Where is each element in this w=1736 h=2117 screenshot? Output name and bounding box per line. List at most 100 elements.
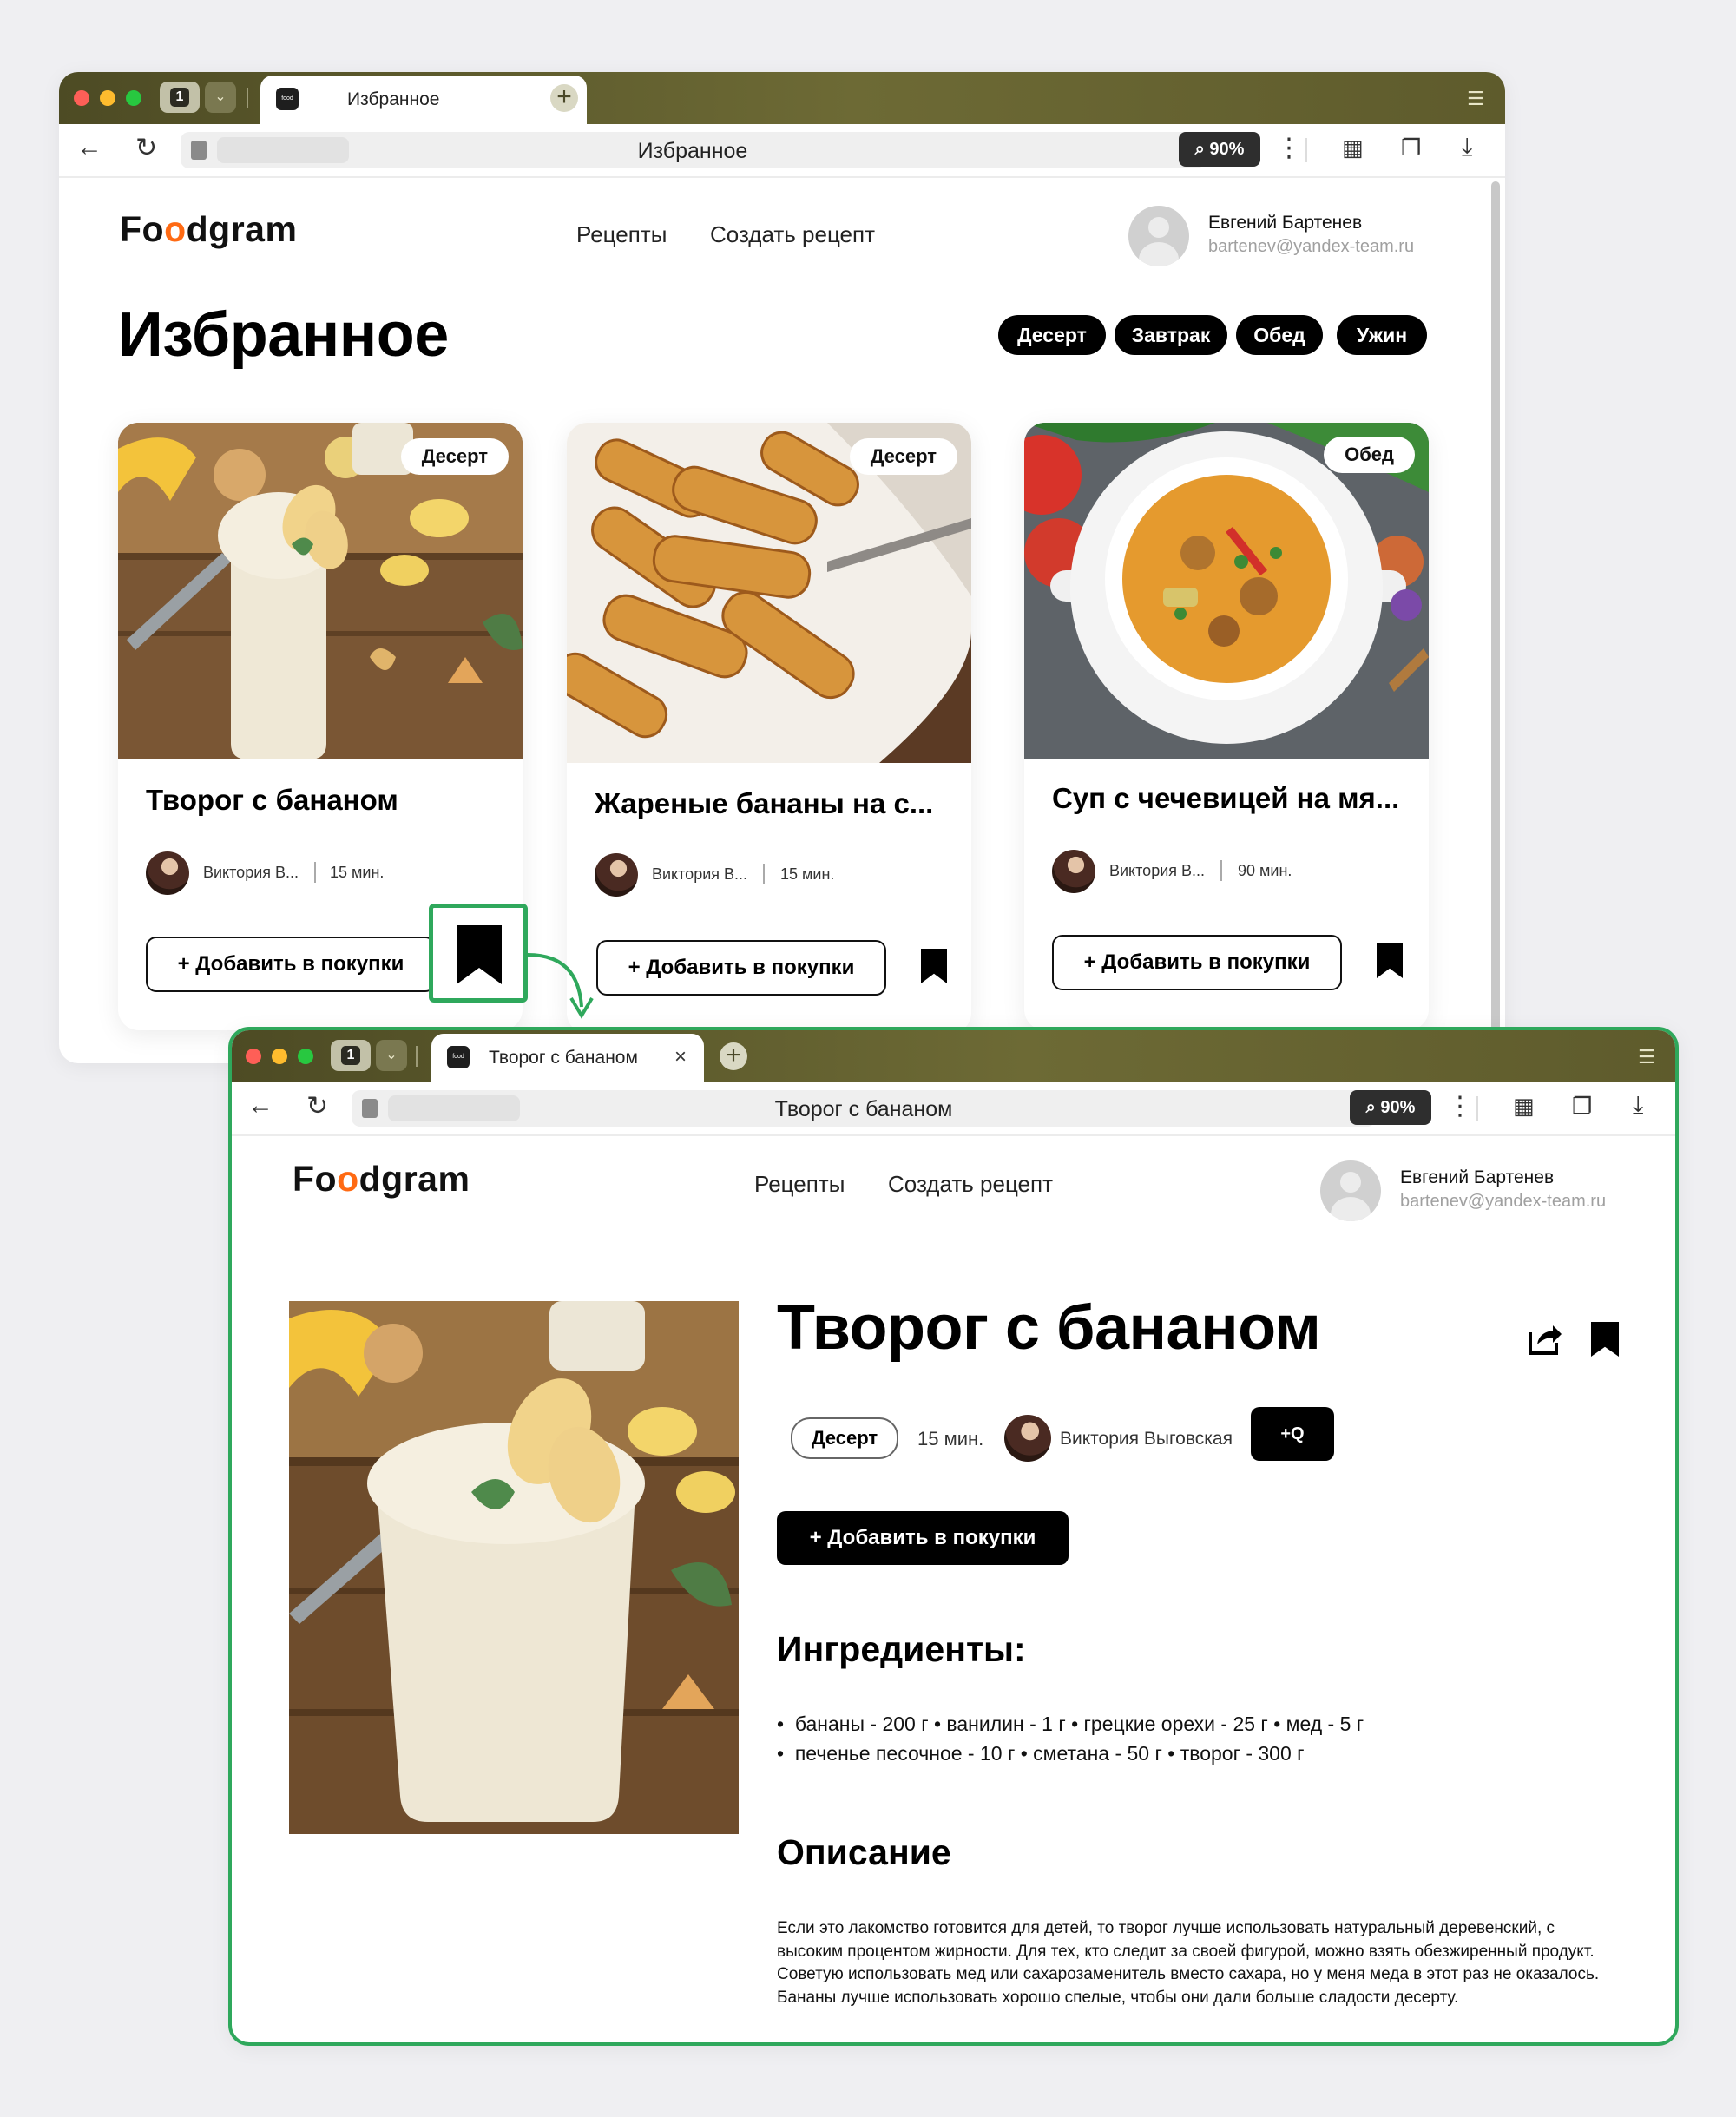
bookmark-icon[interactable] [1377, 943, 1403, 978]
translate-icon[interactable]: ❐ [1401, 135, 1421, 161]
foodgram-logo[interactable]: Foodgram [120, 209, 297, 250]
author-avatar[interactable] [595, 853, 638, 897]
category-badge: Десерт [400, 438, 509, 475]
qr-code-icon[interactable]: ▦ [1513, 1093, 1535, 1120]
add-to-cart-button[interactable]: + Добавить в покупки [1052, 935, 1342, 990]
recipe-card[interactable]: Обед Суп с чечевицей на мя... Виктория В… [1024, 423, 1429, 1030]
tab-favorites[interactable]: food gram Избранное × [260, 76, 587, 124]
bookmark-icon[interactable] [1591, 1322, 1619, 1357]
filter-lunch[interactable]: Обед [1236, 315, 1323, 355]
tab-title: Избранное [347, 89, 440, 109]
category-badge: Десерт [849, 438, 957, 475]
user-avatar[interactable] [1320, 1160, 1381, 1221]
description-text: Если это лакомство готовится для детей, … [777, 1919, 1600, 2007]
back-arrow-icon[interactable]: ← [247, 1091, 273, 1121]
tab-title: Творог с бананом [489, 1048, 638, 1068]
address-bar[interactable]: Избранное [181, 132, 1205, 168]
author-name[interactable]: Виктория В... [1109, 862, 1205, 880]
tabs-dropdown-icon[interactable]: ⌄ [376, 1040, 407, 1071]
recipe-photo-fried-bananas[interactable]: Десерт [567, 423, 971, 763]
nav-create-recipe-link[interactable]: Создать рецепт [888, 1171, 1053, 1198]
user-name: Евгений Бартенев [1400, 1167, 1555, 1187]
nav-recipes-link[interactable]: Рецепты [754, 1171, 845, 1198]
minimize-window-button[interactable] [100, 90, 115, 106]
add-to-cart-button[interactable]: + Добавить в покупки [146, 937, 436, 992]
recipe-photo-banana-dessert[interactable]: Десерт [118, 423, 523, 759]
nav-create-recipe-link[interactable]: Создать рецепт [710, 221, 875, 248]
meta-divider [763, 864, 765, 884]
recipe-card-title[interactable]: Суп с чечевицей на мя... [1052, 782, 1399, 815]
share-icon[interactable] [1525, 1320, 1563, 1358]
tab-count-button[interactable]: 1 [331, 1040, 371, 1071]
tab-recipe[interactable]: food gram Творог с бананом × [431, 1034, 704, 1082]
cook-time: 15 мин. [780, 865, 835, 883]
address-text: Творог с бананом [774, 1097, 953, 1121]
tab-separator [247, 88, 248, 108]
zoom-indicator[interactable]: ⌕ 90% [1350, 1090, 1431, 1125]
tab-count-button[interactable]: 1 [160, 82, 200, 113]
browser-window-recipe: 1 ⌄ food gram Творог с бананом × + ☰ ← ↻… [228, 1027, 1679, 2046]
navigation-bar: ← ↻ Творог с бананом ⌕ 90% ⋮ ▦ ❐ ⤓ [232, 1082, 1675, 1136]
maximize-window-button[interactable] [298, 1049, 313, 1064]
add-to-cart-button[interactable]: + Добавить в покупки [596, 940, 886, 996]
browser-window-favorites: 1 ⌄ food gram Избранное × + ☰ ← ↻ Избран… [59, 72, 1505, 1063]
address-text: Избранное [637, 139, 748, 163]
browser-menu-icon[interactable]: ☰ [1467, 88, 1484, 110]
close-window-button[interactable] [246, 1049, 261, 1064]
close-window-button[interactable] [74, 90, 89, 106]
author-avatar[interactable] [1004, 1415, 1051, 1462]
user-name: Евгений Бартенев [1208, 213, 1363, 233]
category-tag: Десерт [791, 1417, 898, 1459]
author-avatar[interactable] [146, 851, 189, 895]
description-heading: Описание [777, 1832, 951, 1872]
recipe-photo-lentil-soup[interactable]: Обед [1024, 423, 1429, 759]
foodgram-logo[interactable]: Foodgram [293, 1159, 470, 1200]
subscribe-author-button[interactable]: +Q [1251, 1407, 1334, 1461]
transition-arrow-icon [527, 953, 594, 1019]
author-name[interactable]: Виктория В... [652, 865, 747, 884]
author-avatar[interactable] [1052, 850, 1095, 893]
ingredients-line: • печенье песочное - 10 г • сметана - 50… [777, 1742, 1305, 1765]
cook-time: 15 мин. [917, 1428, 984, 1450]
download-icon[interactable]: ⤓ [1462, 133, 1472, 161]
bookmark-icon [457, 925, 502, 984]
highlighted-bookmark-button[interactable] [429, 904, 528, 1003]
maximize-window-button[interactable] [126, 90, 141, 106]
back-arrow-icon[interactable]: ← [76, 133, 102, 162]
qr-code-icon[interactable]: ▦ [1342, 135, 1364, 161]
translate-icon[interactable]: ❐ [1572, 1093, 1592, 1120]
user-email: bartenev@yandex-team.ru [1208, 237, 1415, 256]
recipe-card[interactable]: Десерт Жареные бананы на с... Виктория В… [567, 423, 971, 1034]
tab-bar: 1 ⌄ food gram Избранное × + ☰ [59, 72, 1505, 124]
browser-menu-icon[interactable]: ☰ [1638, 1046, 1655, 1068]
more-vertical-icon[interactable]: ⋮ [1276, 133, 1302, 163]
tab-bar: 1 ⌄ food gram Творог с бананом × + ☰ [232, 1030, 1675, 1082]
bookmark-icon[interactable] [921, 949, 947, 983]
tabs-dropdown-icon[interactable]: ⌄ [205, 82, 236, 113]
user-email: bartenev@yandex-team.ru [1400, 1192, 1607, 1211]
tab-separator [416, 1046, 418, 1067]
filter-dinner[interactable]: Ужин [1337, 315, 1427, 355]
reload-icon[interactable]: ↻ [306, 1091, 328, 1121]
new-tab-button[interactable]: + [720, 1042, 747, 1070]
user-avatar[interactable] [1128, 206, 1189, 266]
nav-recipes-link[interactable]: Рецепты [576, 221, 667, 248]
download-icon[interactable]: ⤓ [1633, 1091, 1643, 1120]
add-to-cart-button[interactable]: + Добавить в покупки [777, 1511, 1069, 1565]
recipe-card-title[interactable]: Творог с бананом [146, 784, 398, 817]
address-bar[interactable]: Творог с бананом [352, 1090, 1376, 1127]
zoom-indicator[interactable]: ⌕ 90% [1179, 132, 1260, 167]
category-badge: Обед [1324, 437, 1415, 473]
close-tab-icon[interactable]: × [674, 1045, 687, 1069]
author-name[interactable]: Виктория В... [203, 864, 299, 882]
more-vertical-icon[interactable]: ⋮ [1447, 1091, 1473, 1121]
page-scrollbar[interactable] [1491, 181, 1500, 1058]
new-tab-button[interactable]: + [550, 84, 578, 112]
filter-dessert[interactable]: Десерт [998, 315, 1106, 355]
minimize-window-button[interactable] [272, 1049, 287, 1064]
recipe-card-title[interactable]: Жареные бананы на с... [595, 787, 933, 820]
author-name[interactable]: Виктория Выговская [1060, 1429, 1233, 1450]
banana-dessert-image [289, 1301, 739, 1834]
reload-icon[interactable]: ↻ [135, 133, 157, 163]
filter-breakfast[interactable]: Завтрак [1115, 315, 1227, 355]
